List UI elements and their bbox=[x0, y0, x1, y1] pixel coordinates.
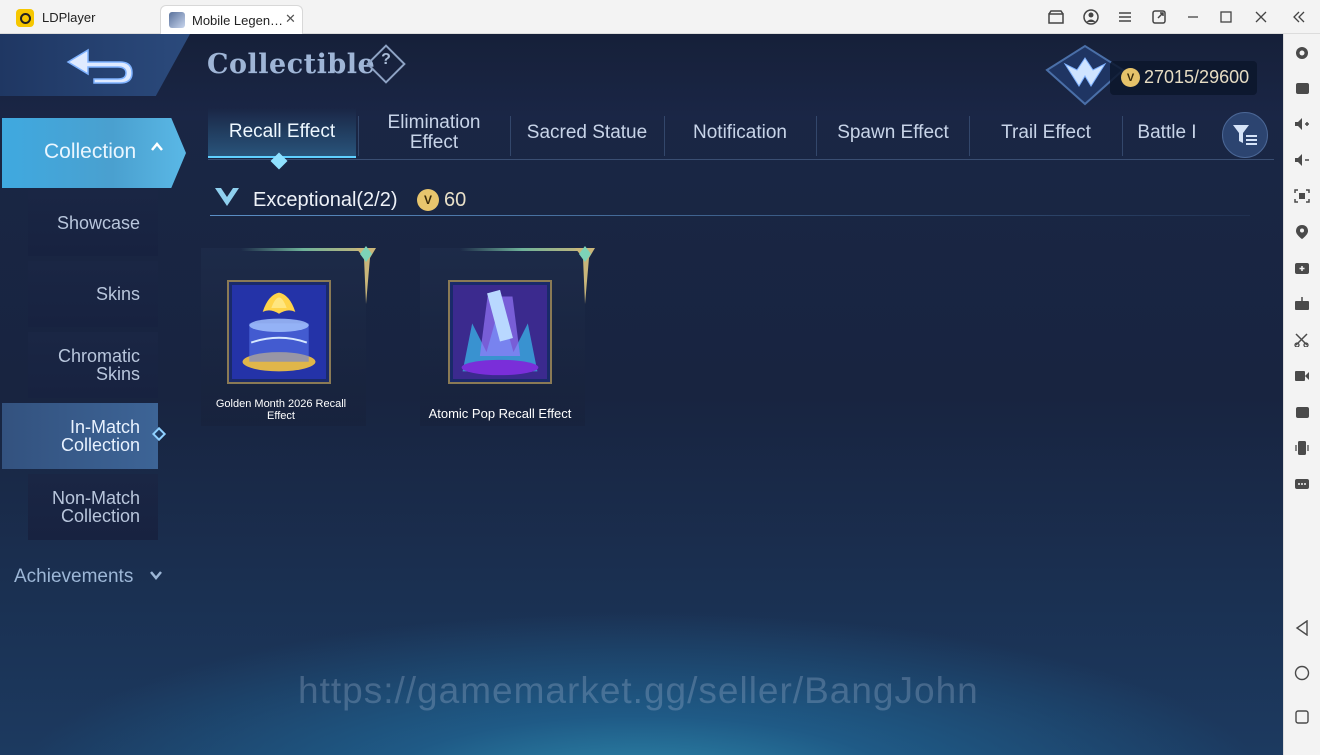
card-corner-ornament-icon bbox=[575, 246, 595, 304]
scissors-icon[interactable] bbox=[1293, 331, 1311, 349]
close-icon[interactable] bbox=[1252, 8, 1270, 26]
maximize-icon[interactable] bbox=[1217, 8, 1235, 26]
item-card[interactable]: Golden Month 2026 Recall Effect bbox=[201, 246, 376, 426]
active-indicator-icon bbox=[151, 426, 167, 442]
nav-item-in-match-collection[interactable]: In-Match Collection bbox=[2, 403, 167, 469]
more-icon[interactable] bbox=[1293, 475, 1311, 493]
item-thumbnail bbox=[448, 280, 552, 384]
tab-sacred-statue[interactable]: Sacred Statue bbox=[511, 108, 663, 158]
chevron-up-icon bbox=[151, 142, 163, 151]
golden-lotus-recall-art bbox=[232, 285, 326, 379]
tab-title: Mobile Legen… bbox=[192, 13, 284, 28]
battle-points-value: 27015/29600 bbox=[1144, 67, 1250, 87]
category-tabs: Recall Effect Elimination Effect Sacred … bbox=[208, 108, 1274, 160]
volume-up-icon[interactable] bbox=[1293, 115, 1311, 133]
tab-notification[interactable]: Notification bbox=[665, 108, 815, 158]
section-point-count: 60 bbox=[444, 189, 467, 211]
nav-item-skins[interactable]: Skins bbox=[28, 261, 158, 327]
atomic-pop-recall-art bbox=[453, 285, 547, 379]
chevron-down-icon[interactable] bbox=[149, 568, 163, 582]
menu-icon[interactable] bbox=[1116, 8, 1134, 26]
emulator-toolbar bbox=[1283, 34, 1320, 755]
nav-item-label: Skins bbox=[95, 284, 140, 304]
item-card[interactable]: Atomic Pop Recall Effect bbox=[420, 246, 595, 426]
page-title: Collectible bbox=[207, 49, 376, 80]
tab-elimination-effect[interactable]: Elimination Effect bbox=[359, 108, 509, 158]
watermark-url: https://gamemarket.gg/seller/BangJohn bbox=[298, 670, 979, 711]
settings-icon[interactable] bbox=[1293, 44, 1311, 62]
section-title: Exceptional(2/2) bbox=[253, 189, 398, 211]
section-chevron-icon bbox=[215, 188, 239, 206]
nav-item-non-match-collection[interactable]: Non-Match Collection bbox=[28, 474, 158, 540]
section-divider bbox=[210, 215, 1250, 216]
record-icon[interactable] bbox=[1293, 367, 1311, 385]
back-arrow-icon bbox=[66, 48, 133, 84]
popout-icon[interactable] bbox=[1150, 8, 1168, 26]
tab-close-icon[interactable]: ✕ bbox=[285, 11, 296, 27]
item-name: Atomic Pop Recall Effect bbox=[428, 406, 572, 421]
filter-icon bbox=[1233, 125, 1257, 145]
add-app-icon[interactable] bbox=[1293, 259, 1311, 277]
nav-collection[interactable]: Collection bbox=[2, 118, 186, 188]
sync-icon[interactable] bbox=[1293, 403, 1311, 421]
battle-point-coin-icon: V bbox=[1121, 68, 1140, 87]
nav-item-label: In-Match Collection bbox=[60, 417, 140, 455]
volume-down-icon[interactable] bbox=[1293, 151, 1311, 169]
nav-item-label: Showcase bbox=[56, 213, 140, 233]
nav-achievements[interactable]: Achievements bbox=[14, 566, 133, 588]
location-icon[interactable] bbox=[1293, 223, 1311, 241]
recents-icon[interactable] bbox=[1293, 708, 1311, 726]
help-question-icon: ? bbox=[381, 51, 391, 68]
item-name: Golden Month 2026 Recall Effect bbox=[215, 398, 347, 422]
account-icon[interactable] bbox=[1082, 8, 1100, 26]
window-titlebar: LDPlayer Mobile Legen… ✕ bbox=[0, 0, 1320, 34]
minimize-icon[interactable] bbox=[1184, 8, 1202, 26]
card-trim bbox=[460, 248, 585, 251]
nav-item-showcase[interactable]: Showcase bbox=[28, 190, 158, 256]
card-trim bbox=[241, 248, 366, 251]
nav-item-chromatic-skins[interactable]: Chromatic Skins bbox=[28, 332, 158, 398]
collapse-icon[interactable] bbox=[1290, 8, 1308, 26]
browser-tab-mobile-legends[interactable]: Mobile Legen… ✕ bbox=[160, 5, 303, 34]
home-icon[interactable] bbox=[1293, 664, 1311, 682]
back-icon[interactable] bbox=[1293, 619, 1311, 637]
tab-battle[interactable]: Battle I bbox=[1123, 108, 1211, 158]
apk-icon[interactable] bbox=[1293, 295, 1311, 313]
ldplayer-logo-icon bbox=[16, 9, 34, 27]
tab-spawn-effect[interactable]: Spawn Effect bbox=[817, 108, 969, 158]
item-thumbnail bbox=[227, 280, 331, 384]
shake-icon[interactable] bbox=[1293, 439, 1311, 457]
nav-collection-label: Collection bbox=[44, 140, 137, 163]
tab-recall-effect[interactable]: Recall Effect bbox=[208, 108, 356, 158]
app-name: LDPlayer bbox=[42, 10, 96, 25]
card-corner-ornament-icon bbox=[356, 246, 376, 304]
screenshot-icon[interactable] bbox=[1293, 187, 1311, 205]
mobile-legends-icon bbox=[169, 12, 185, 28]
keyboard-icon[interactable] bbox=[1293, 79, 1311, 97]
nav-item-label: Chromatic Skins bbox=[57, 346, 140, 384]
battle-point-coin-icon: V bbox=[417, 189, 439, 211]
nav-item-label: Non-Match Collection bbox=[51, 488, 140, 526]
game-screen: Collectible ? V 27015/29600 Collection S… bbox=[0, 34, 1283, 755]
store-icon[interactable] bbox=[1047, 8, 1065, 26]
tab-trail-effect[interactable]: Trail Effect bbox=[970, 108, 1122, 158]
